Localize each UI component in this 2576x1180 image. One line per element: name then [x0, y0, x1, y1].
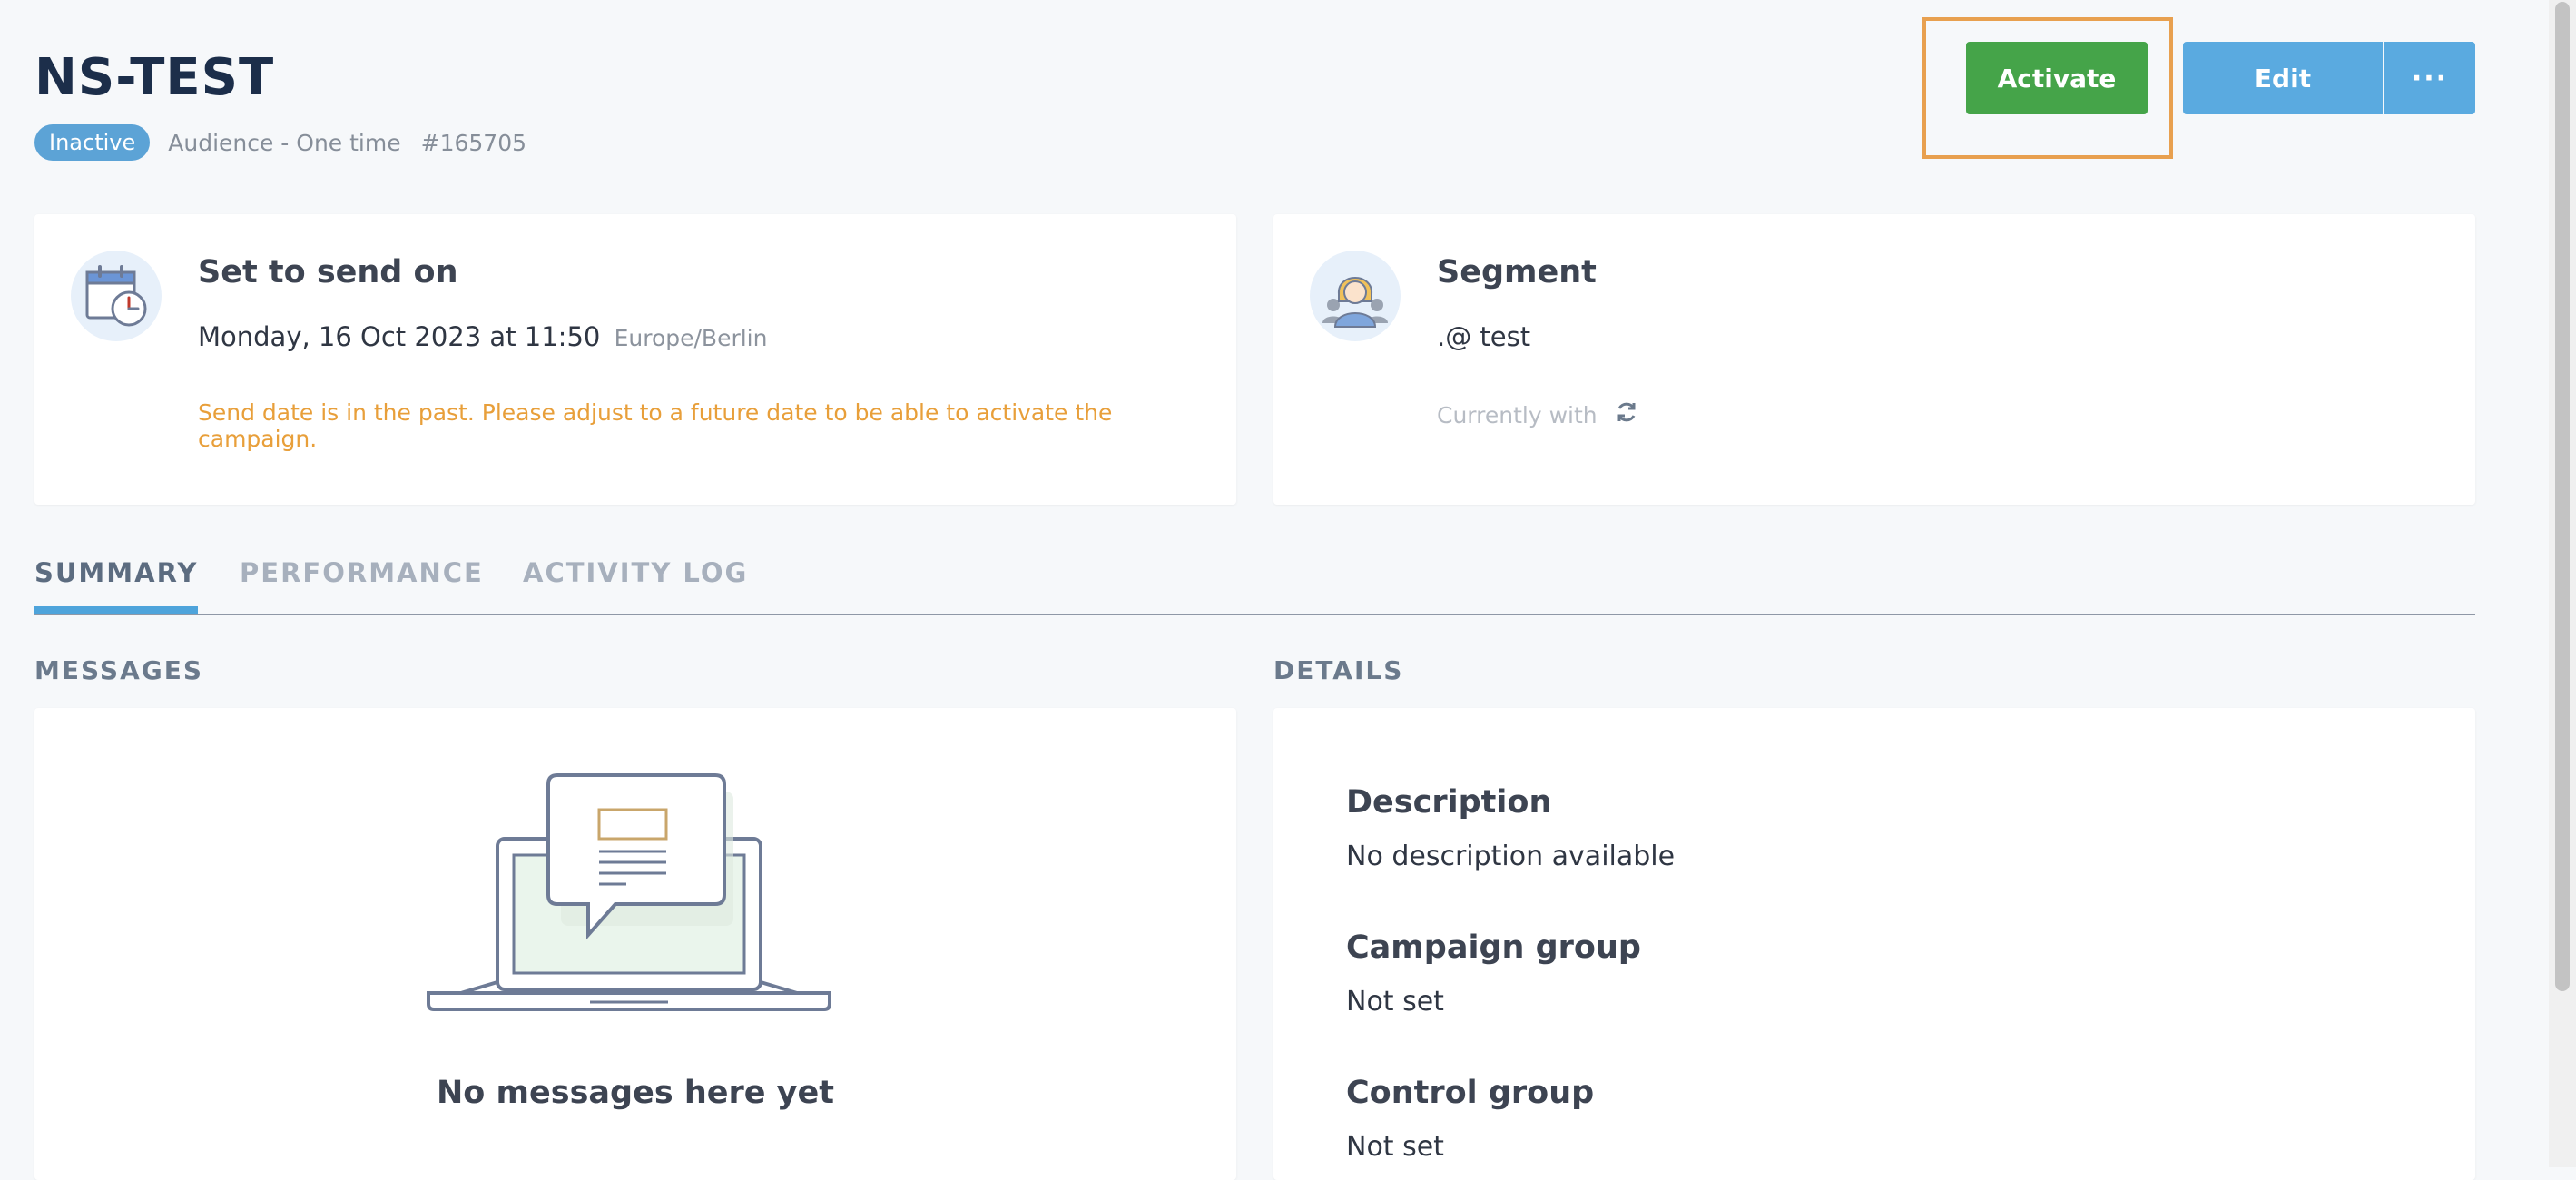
empty-messages-text: No messages here yet — [437, 1075, 834, 1111]
activate-button[interactable]: Activate — [1966, 42, 2148, 114]
detail-control-group-value: Not set — [1346, 1131, 1444, 1163]
send-date-warning: Send date is in the past. Please adjust … — [198, 399, 1113, 452]
detail-description-value: No description available — [1346, 841, 1676, 872]
campaign-id: #165705 — [420, 129, 527, 156]
send-datetime: Monday, 16 Oct 2023 at 11:50 — [198, 321, 601, 352]
more-options-button[interactable]: ··· — [2384, 42, 2475, 114]
scrollbar-thumb[interactable] — [2555, 2, 2570, 991]
messages-section-label: MESSAGES — [34, 655, 204, 685]
send-timezone: Europe/Berlin — [614, 325, 768, 351]
status-badge: Inactive — [34, 124, 151, 161]
tab-performance[interactable]: PERFORMANCE — [240, 557, 484, 614]
refresh-icon[interactable] — [1614, 399, 1639, 430]
calendar-clock-icon — [71, 251, 162, 341]
tab-summary[interactable]: SUMMARY — [34, 557, 199, 614]
send-schedule-card: Set to send on Monday, 16 Oct 2023 at 11… — [34, 214, 1236, 505]
tab-activity-log[interactable]: ACTIVITY LOG — [523, 557, 748, 614]
segment-name: .@ test — [1437, 321, 1531, 352]
campaign-tabs: SUMMARY PERFORMANCE ACTIVITY LOG — [34, 545, 2475, 615]
send-datetime-row: Monday, 16 Oct 2023 at 11:50 Europe/Berl… — [198, 321, 767, 352]
details-card: Description No description available Cam… — [1273, 708, 2475, 1180]
segment-heading: Segment — [1437, 254, 1597, 290]
edit-button[interactable]: Edit — [2183, 42, 2383, 114]
segment-card: Segment .@ test Currently with — [1273, 214, 2475, 505]
detail-campaign-group-title: Campaign group — [1346, 929, 1641, 966]
detail-control-group-title: Control group — [1346, 1075, 1595, 1111]
messages-card: No messages here yet — [34, 708, 1236, 1180]
details-section-label: DETAILS — [1273, 655, 1404, 685]
segment-count-row: Currently with — [1437, 399, 1639, 430]
page-title: NS-TEST — [34, 48, 275, 107]
detail-description-title: Description — [1346, 784, 1552, 821]
campaign-type: Audience - One time — [168, 129, 401, 156]
campaign-meta: Inactive Audience - One time #165705 — [34, 124, 526, 161]
segment-currently-label: Currently with — [1437, 401, 1598, 428]
detail-campaign-group-value: Not set — [1346, 986, 1444, 1018]
page-scrollbar[interactable] — [2549, 0, 2576, 1167]
empty-messages-illustration — [427, 773, 831, 1011]
send-heading: Set to send on — [198, 254, 458, 290]
audience-icon — [1310, 251, 1401, 341]
